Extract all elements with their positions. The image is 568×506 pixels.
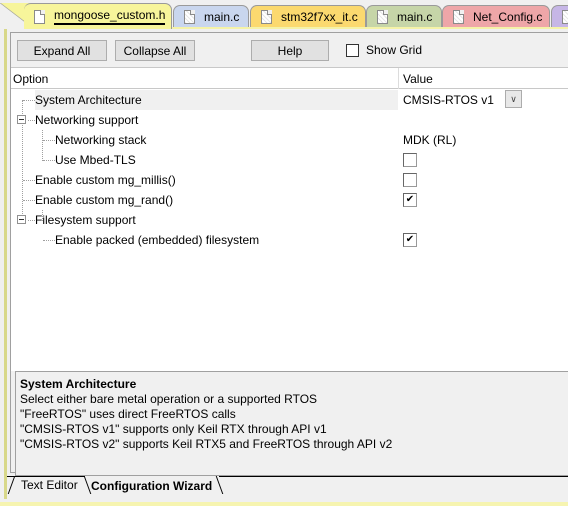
column-header-value[interactable]: Value [403,72,433,86]
tab-text-editor[interactable]: Text Editor [13,476,78,494]
show-grid-toggle[interactable]: Show Grid [346,43,422,57]
tree-line [43,140,55,141]
tree-row-enable-custom-mg-rand[interactable]: Enable custom mg_rand() ✔ [11,190,568,210]
system-architecture-select-value[interactable]: CMSIS-RTOS v1 [403,93,494,107]
tree-row-use-mbed-tls[interactable]: Use Mbed-TLS [11,150,568,170]
file-tab-main-c[interactable]: main.c [173,5,249,28]
document-icon [261,10,272,24]
networking-stack-value[interactable]: MDK (RL) [403,133,456,147]
option-label: Enable custom mg_millis() [35,173,176,187]
show-grid-checkbox[interactable] [346,43,359,57]
option-label: System Architecture [35,93,142,107]
enable-custom-mg-millis-checkbox[interactable] [403,173,417,187]
expand-all-button[interactable]: Expand All [17,40,107,61]
document-icon [453,10,464,24]
file-tab-main-c-2[interactable]: main.c [366,5,442,28]
description-line: "FreeRTOS" uses direct FreeRTOS calls [20,407,236,421]
window-bottom-border [0,502,568,506]
option-label: Networking stack [55,133,147,147]
collapse-icon[interactable] [17,115,26,124]
tree-row-enable-custom-mg-millis[interactable]: Enable custom mg_millis() [11,170,568,190]
wizard-content: Expand All Collapse All Help Show Grid O… [10,32,568,476]
document-icon [34,9,45,24]
column-separator[interactable] [398,68,399,89]
file-tab-strip: mongoose_custom.h main.c stm32f7xx_it.c … [0,0,568,29]
tree-line [43,160,55,161]
show-grid-label: Show Grid [366,43,423,57]
enable-custom-mg-rand-checkbox[interactable]: ✔ [403,193,417,207]
use-mbed-tls-checkbox[interactable] [403,153,417,167]
tree-row-networking-support[interactable]: Networking support [11,110,568,130]
document-icon [184,10,195,24]
document-icon [562,10,568,24]
description-title: System Architecture [20,377,137,391]
configuration-wizard-panel: Expand All Collapse All Help Show Grid O… [4,29,568,499]
tree-line [23,180,35,181]
tab-label: Configuration Wizard [91,478,213,493]
description-line: "CMSIS-RTOS v2" supports Keil RTX5 and F… [20,437,393,451]
tree-line [43,240,55,241]
enable-packed-filesystem-checkbox[interactable]: ✔ [403,233,417,247]
file-tab-stm32f7xx-it-c[interactable]: stm32f7xx_it.c [250,5,366,28]
option-label: Networking support [35,113,139,127]
option-label: Enable packed (embedded) filesystem [55,233,260,247]
editor-mode-tabs: Text Editor Configuration Wizard [7,473,568,499]
help-button[interactable]: Help [251,40,329,61]
check-icon: ✔ [405,194,415,205]
file-tab-net-config-c[interactable]: Net_Config.c [442,5,550,28]
tree-row-networking-stack[interactable]: Networking stack MDK (RL) [11,130,568,150]
tab-configuration-wizard[interactable]: Configuration Wizard [85,476,219,494]
description-line: Select either bare metal operation or a … [20,392,318,406]
option-label: Filesystem support [35,213,136,227]
document-icon [377,10,388,24]
option-label: Use Mbed-TLS [55,153,136,167]
wizard-toolbar: Expand All Collapse All Help Show Grid [11,33,568,67]
collapse-icon[interactable] [17,215,26,224]
tree-row-enable-packed-filesystem[interactable]: Enable packed (embedded) filesystem ✔ [11,230,568,250]
check-icon: ✔ [405,234,415,245]
option-description-panel: System Architecture Select either bare m… [15,371,568,476]
tree-line [23,200,35,201]
options-tree-grid: Option Value System Architecture CMSIS-R… [11,67,568,371]
tree-line [23,100,35,101]
tree-row-system-architecture[interactable]: System Architecture CMSIS-RTOS v1 ∨ [11,90,568,110]
column-header-option[interactable]: Option [13,72,48,86]
chevron-down-icon[interactable]: ∨ [505,90,522,108]
option-label: Enable custom mg_rand() [35,193,174,207]
tree-line [28,120,35,121]
tree-line [28,220,35,221]
grid-header: Option Value [11,68,568,89]
tab-label: Text Editor [21,478,78,492]
tree-row-filesystem-support[interactable]: Filesystem support [11,210,568,230]
description-line: "CMSIS-RTOS v1" supports only Keil RTX t… [20,422,327,436]
collapse-all-button[interactable]: Collapse All [115,40,195,61]
file-tab-mongoose-custom-h[interactable]: mongoose_custom.h [24,3,172,29]
file-tab-overflow[interactable] [551,5,568,28]
